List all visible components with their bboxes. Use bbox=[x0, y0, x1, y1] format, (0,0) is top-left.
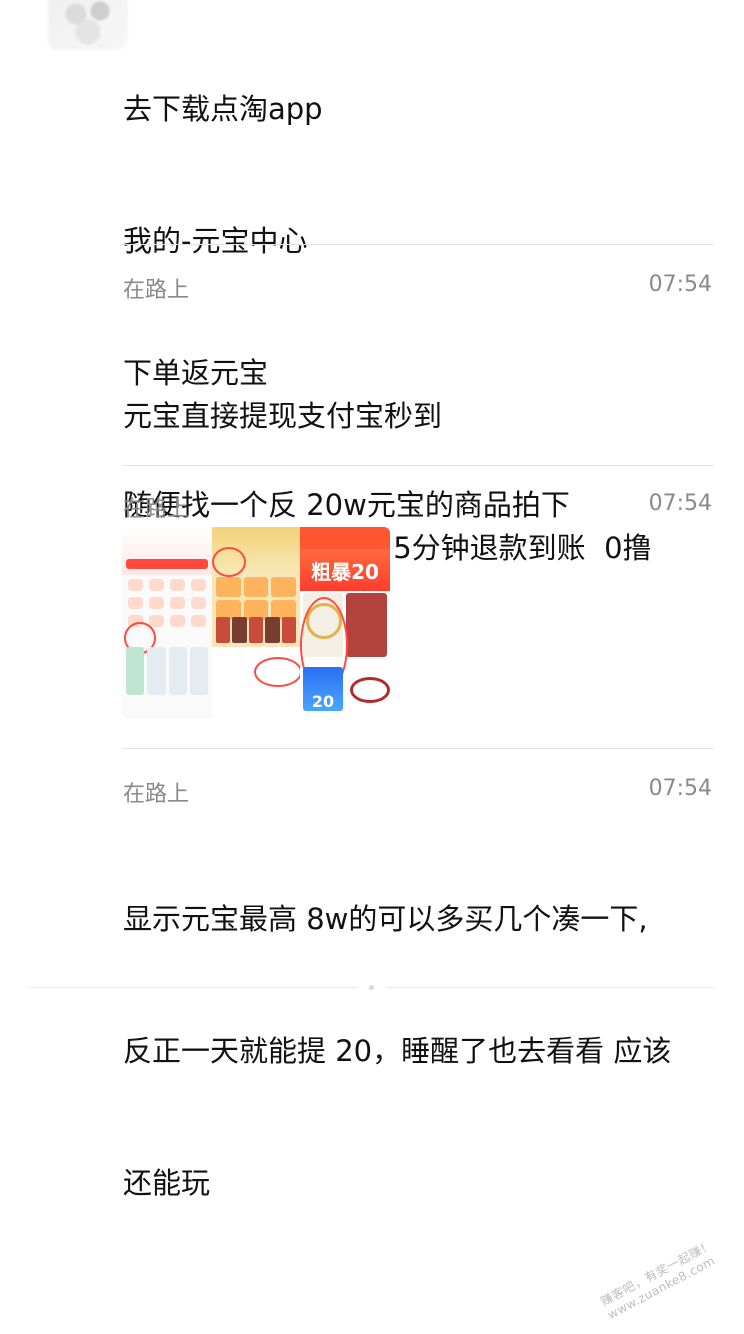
message-time: 07:54 bbox=[648, 776, 712, 801]
message-line: 去下载点淘app bbox=[123, 92, 323, 126]
message-line: 我的-元宝中心 bbox=[123, 224, 308, 258]
sender-avatar[interactable] bbox=[48, 0, 128, 50]
message-divider bbox=[122, 748, 714, 749]
screenshot-image-thumbnail[interactable]: 粗暴20 20 bbox=[122, 527, 390, 719]
end-dot bbox=[369, 985, 374, 990]
message-divider bbox=[122, 244, 714, 245]
app-screenshot-panel: 粗暴20 20 bbox=[300, 527, 390, 719]
message-line: 显示元宝最高 8w的可以多买几个凑一下, bbox=[123, 902, 648, 936]
message-time: 07:54 bbox=[648, 491, 712, 516]
sender-name: 在路上 bbox=[123, 497, 190, 522]
app-screenshot-panel bbox=[212, 527, 300, 719]
bracelet-image bbox=[350, 677, 390, 703]
end-divider bbox=[386, 987, 714, 988]
annotation-circle bbox=[254, 657, 300, 687]
annotation-circle bbox=[212, 547, 246, 577]
message-line: 元宝直接提现支付宝秒到 bbox=[123, 399, 443, 433]
message-line: 还能玩 bbox=[123, 1166, 211, 1200]
app-screenshot-panel bbox=[122, 527, 212, 719]
sender-name: 在路上 bbox=[123, 278, 190, 303]
promo-banner: 粗暴20 bbox=[300, 549, 390, 591]
message-line: 反正一天就能提 20，睡醒了也去看看 应该 bbox=[123, 1034, 672, 1068]
message-divider bbox=[122, 465, 714, 466]
promo-badge: 20 bbox=[303, 667, 343, 711]
end-divider bbox=[28, 987, 358, 988]
message-time: 07:54 bbox=[648, 272, 712, 297]
message-text: 显示元宝最高 8w的可以多买几个凑一下, 反正一天就能提 20，睡醒了也去看看 … bbox=[123, 809, 713, 1249]
sender-name: 在路上 bbox=[123, 782, 190, 807]
